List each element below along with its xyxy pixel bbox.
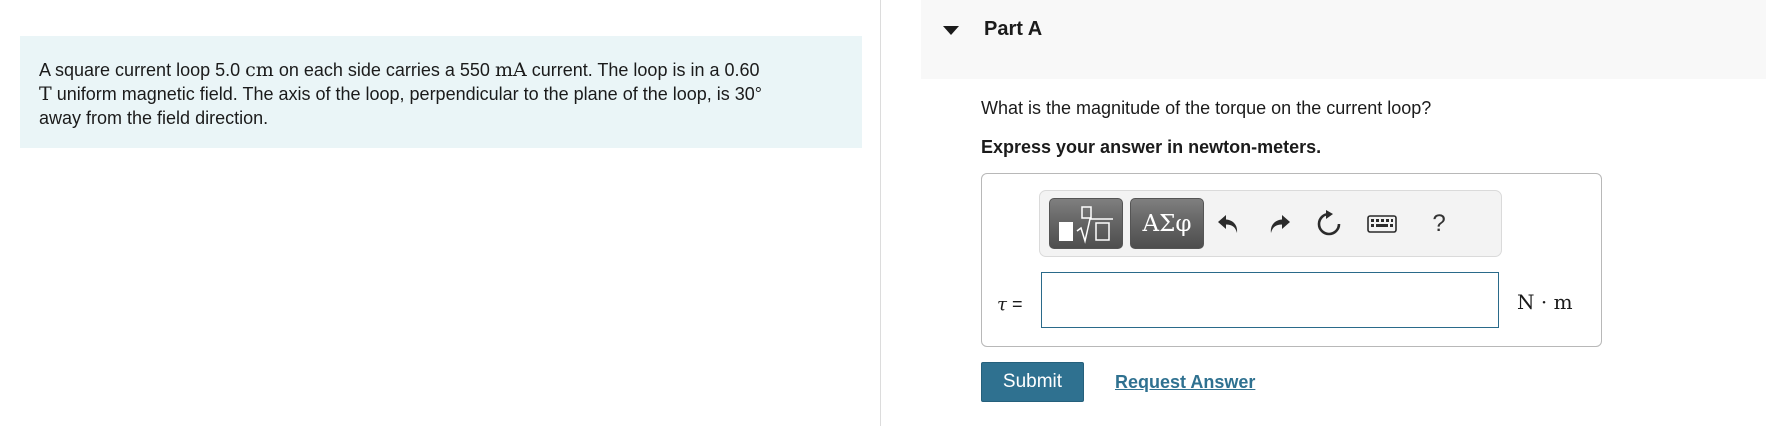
problem-text: current. The loop is in a 0.60 — [526, 60, 760, 80]
undo-icon — [1218, 215, 1238, 233]
reset-icon — [1317, 210, 1341, 236]
submit-button[interactable]: Submit — [981, 362, 1084, 402]
instruction-text: Express your answer in newton-meters. — [981, 137, 1322, 157]
help-icon: ? — [1432, 210, 1446, 237]
part-title: Part A — [984, 18, 1043, 40]
problem-statement: A square current loop 5.0 cm on each sid… — [20, 36, 862, 148]
unit-tesla: T — [39, 83, 52, 105]
problem-text: A square current loop 5.0 — [39, 60, 246, 80]
symbols-button[interactable]: ΑΣφ — [1130, 198, 1204, 249]
redo-icon — [1270, 215, 1290, 233]
equals-sign: = — [1006, 294, 1023, 314]
unit-cm: cm — [245, 59, 274, 81]
math-toolbar: ΑΣφ ? — [1039, 190, 1502, 257]
problem-panel: A square current loop 5.0 cm on each sid… — [0, 0, 880, 426]
panel-divider — [880, 0, 881, 426]
reset-button[interactable] — [1312, 207, 1346, 241]
unit-ma: mA — [494, 59, 527, 81]
templates-icon — [1059, 205, 1113, 244]
request-answer-link[interactable]: Request Answer — [1115, 372, 1255, 393]
help-button[interactable]: ? — [1422, 207, 1456, 241]
answer-variable-label: τ = — [997, 294, 1022, 315]
answer-unit: N · m — [1517, 290, 1573, 314]
keyboard-icon — [1367, 215, 1397, 233]
tau-symbol: τ — [997, 294, 1007, 315]
problem-text: away from the field direction. — [39, 108, 269, 128]
undo-button[interactable] — [1212, 207, 1246, 241]
question-text: What is the magnitude of the torque on t… — [981, 98, 1432, 118]
answer-input[interactable] — [1041, 272, 1499, 328]
keyboard-button[interactable] — [1365, 207, 1399, 241]
templates-button[interactable] — [1049, 198, 1123, 249]
problem-text: on each side carries a 550 — [273, 60, 495, 80]
problem-text: uniform magnetic field. The axis of the … — [51, 84, 762, 104]
redo-button[interactable] — [1262, 207, 1296, 241]
collapse-caret-icon[interactable] — [943, 26, 959, 35]
part-header[interactable]: Part A — [921, 0, 1766, 79]
answer-panel: ΑΣφ ? τ = N · m — [981, 173, 1602, 347]
